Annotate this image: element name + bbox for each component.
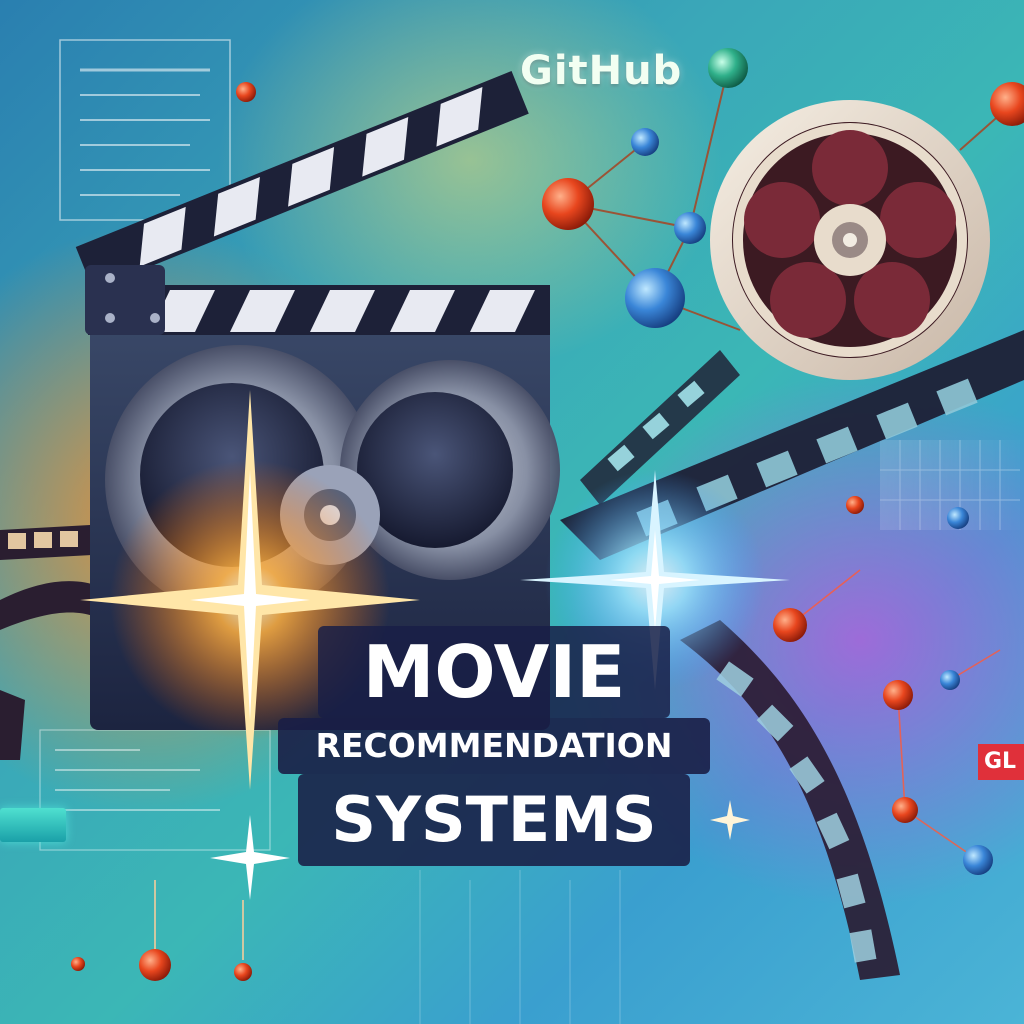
light-lines <box>419 870 621 1024</box>
title-line-recommendation: RECOMMENDATION <box>278 718 710 774</box>
network-graph-icon <box>773 496 1001 875</box>
hero-illustration: GitHub MOVIE RECOMMENDATION SYSTEMS GL <box>0 0 1024 1024</box>
github-logo-text: GitHub <box>520 48 683 94</box>
data-panel-left <box>59 39 231 221</box>
tag-badge-left <box>0 808 66 842</box>
data-panel-bottom-left <box>39 729 271 851</box>
tag-badge-right: GL <box>978 744 1024 780</box>
title-line-movie: MOVIE <box>318 626 670 718</box>
ornament-decor <box>71 880 252 981</box>
title-line-systems: SYSTEMS <box>298 774 690 866</box>
film-reel-icon <box>710 100 990 380</box>
filmstrip-icon <box>680 620 900 980</box>
background-graphics <box>0 39 1024 1024</box>
title-banner: MOVIE RECOMMENDATION SYSTEMS <box>278 612 710 868</box>
